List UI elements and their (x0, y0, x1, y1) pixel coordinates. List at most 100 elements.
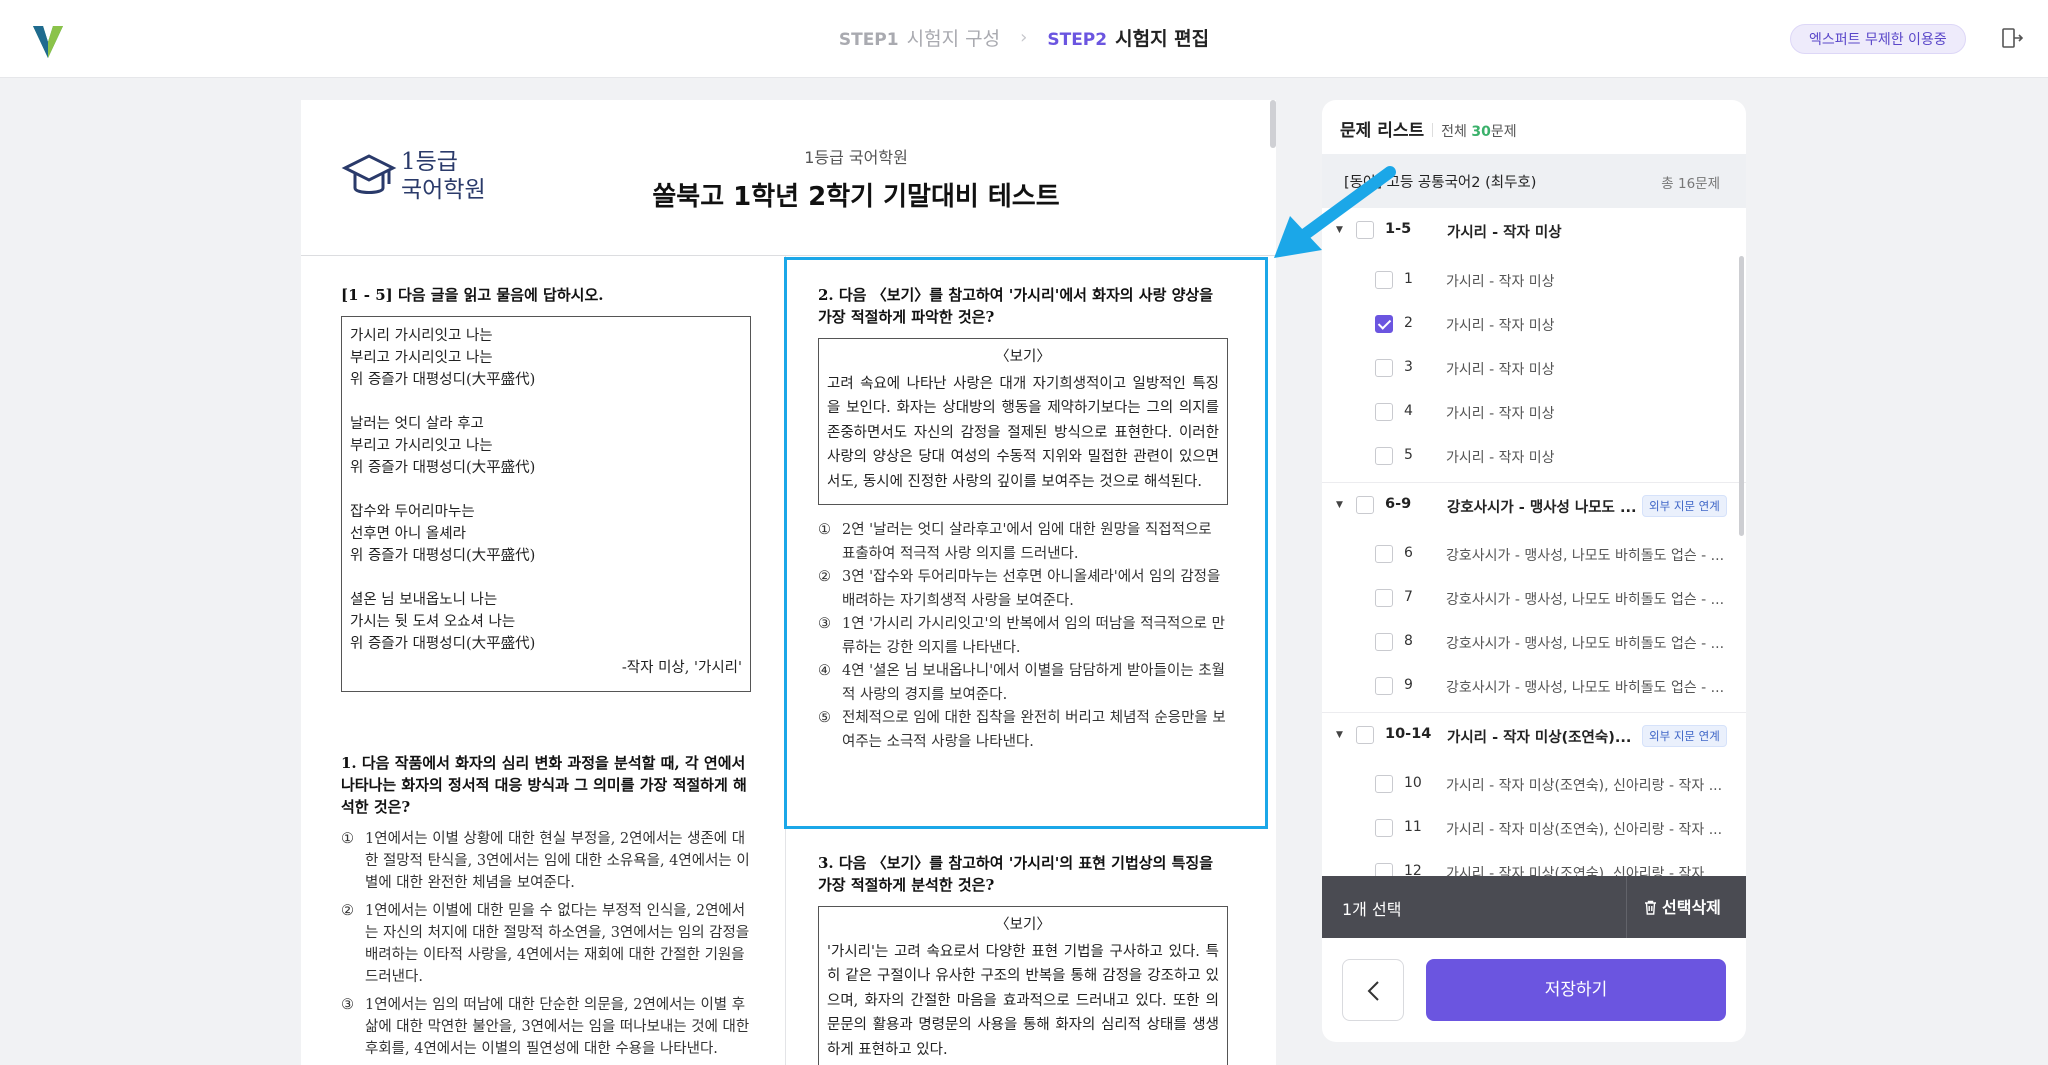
question-2[interactable]: 2. 다음 〈보기〉를 참고하여 '가시리'에서 화자의 사랑 양상을 가장 적… (818, 284, 1228, 754)
question-row[interactable]: 10 가시리 - 작자 미상(조연숙), 신아리랑 - 작자 ... (1322, 762, 1746, 806)
option-text: 2연 '날러는 엇디 살라후고'에서 임에 대한 원망을 직접적으로 표출하여 … (842, 522, 1212, 562)
question-checkbox[interactable] (1375, 863, 1393, 876)
question-row[interactable]: 2 가시리 - 작자 미상 (1322, 302, 1746, 346)
academy-name-line2: 국어학원 (401, 177, 486, 203)
group-title: 강호사시가 - 맹사성 나모도 ... (1447, 500, 1637, 516)
question-row[interactable]: 11 가시리 - 작자 미상(조연숙), 신아리랑 - 작자 ... (1322, 806, 1746, 850)
question-title: 강호사시가 - 맹사성, 나모도 바히돌도 업슨 - ... (1446, 592, 1725, 608)
poem-line: 날러는 엇디 살라 후고 (350, 416, 484, 432)
question-row[interactable]: 8 강호사시가 - 맹사성, 나모도 바히돌도 업슨 - ... (1322, 620, 1746, 664)
option-text: 1연에서는 임의 떠남에 대한 단순한 의문을, 2연에서는 이별 후 삶에 대… (365, 997, 750, 1057)
group-row[interactable]: ▼ 1-5 가시리 - 작자 미상 (1322, 208, 1746, 252)
list-scrollbar[interactable] (1739, 256, 1744, 536)
trash-icon (1645, 900, 1656, 915)
option-text: 3연 '잡수와 두어리마누는 선후면 아니올셰라'에서 임의 감정을 배려하는 … (842, 569, 1221, 609)
question-1[interactable]: 1. 다음 작품에서 화자의 심리 변화 과정을 분석할 때, 각 연에서 나타… (341, 752, 751, 1060)
external-passage-tag: 외부 지문 연계 (1642, 725, 1727, 747)
option-item: ① 1연에서는 이별 상황에 대한 현실 부정을, 2연에서는 생존에 대한 절망… (341, 828, 751, 894)
academy-name-line1: 1등급 (401, 149, 458, 175)
total-count: 전체 30문제 (1441, 124, 1516, 140)
question-number: 9 (1404, 677, 1413, 693)
book-header[interactable]: [동아] 고등 공통국어2 (최두호) 총 16문제 (1322, 154, 1746, 208)
question-row[interactable]: 12 가시리 - 작자 미상(조연숙), 신아리랑 - 작자 ... (1322, 850, 1746, 876)
question-number: 5 (1404, 447, 1413, 463)
question-row[interactable]: 1 가시리 - 작자 미상 (1322, 258, 1746, 302)
poem-line: 잡수와 두어리마누는 (350, 504, 475, 520)
question-3-stem: 3. 다음 〈보기〉를 참고하여 '가시리'의 표현 기법상의 특징을 가장 적… (818, 854, 1214, 894)
chevron-right-icon: › (1020, 27, 1028, 48)
question-2-stem: 2. 다음 〈보기〉를 참고하여 '가시리'에서 화자의 사랑 양상을 가장 적… (818, 286, 1214, 326)
question-checkbox[interactable] (1375, 447, 1393, 465)
group-checkbox[interactable] (1356, 221, 1374, 239)
option-number: ② (341, 903, 354, 919)
question-number: 1 (1404, 271, 1413, 287)
divider (1626, 876, 1627, 938)
poem-line: 위 증즐가 대평성디(大平盛代) (350, 548, 536, 564)
question-title: 강호사시가 - 맹사성, 나모도 바히돌도 업슨 - ... (1446, 548, 1725, 564)
group-range: 6-9 (1385, 496, 1412, 512)
option-number: ③ (818, 616, 831, 632)
option-text: 1연에서는 이별에 대한 믿을 수 없다는 부정적 인식을, 2연에서는 자신의… (365, 903, 750, 985)
question-title: 가시리 - 작자 미상(조연숙), 신아리랑 - 작자 ... (1446, 778, 1723, 794)
total-count-prefix: 전체 (1441, 124, 1472, 140)
question-row[interactable]: 3 가시리 - 작자 미상 (1322, 346, 1746, 390)
group-row[interactable]: ▼ 10-14 가시리 - 작자 미상(조연숙)... 외부 지문 연계 (1322, 712, 1746, 756)
caret-down-icon[interactable]: ▼ (1336, 730, 1343, 740)
poem-line: 선후면 아니 올셰라 (350, 526, 466, 542)
question-number: 11 (1404, 819, 1422, 835)
question-row[interactable]: 5 가시리 - 작자 미상 (1322, 434, 1746, 478)
question-checkbox[interactable] (1375, 403, 1393, 421)
poem-line: 셜온 님 보내옵노니 나는 (350, 592, 498, 608)
caret-down-icon[interactable]: ▼ (1336, 500, 1343, 510)
question-checkbox[interactable] (1375, 633, 1393, 651)
option-number: ① (341, 831, 354, 847)
group-checkbox[interactable] (1356, 726, 1374, 744)
passage-instruction: [1 - 5] 다음 글을 읽고 물음에 답하시오. (341, 286, 604, 304)
question-checkbox[interactable] (1375, 545, 1393, 563)
delete-selected-label: 선택삭제 (1662, 898, 1721, 917)
question-checkbox[interactable] (1375, 775, 1393, 793)
caret-down-icon[interactable]: ▼ (1336, 225, 1343, 235)
question-checkbox[interactable] (1375, 271, 1393, 289)
bogi-text: '가시리'는 고려 속요로서 다양한 표현 기법을 구사하고 있다. 특히 같은… (827, 943, 1219, 1058)
question-row[interactable]: 9 강호사시가 - 맹사성, 나모도 바히돌도 업슨 - ... (1322, 664, 1746, 708)
question-title: 가시리 - 작자 미상 (1446, 362, 1555, 378)
question-checkbox[interactable] (1375, 359, 1393, 377)
question-checkbox[interactable] (1375, 819, 1393, 837)
question-checkbox-checked[interactable] (1375, 315, 1393, 333)
option-item: ① 2연 '날러는 엇디 살라후고'에서 임에 대한 원망을 직접적으로 표출하여… (818, 519, 1228, 566)
book-name: [동아] 고등 공통국어2 (최두호) (1344, 175, 1537, 191)
panel-title: 문제 리스트 (1340, 121, 1425, 141)
option-number: ① (818, 522, 831, 538)
passage-credit: -작자 미상, '가시리' (621, 660, 742, 676)
question-title: 가시리 - 작자 미상(조연숙), 신아리랑 - 작자 ... (1446, 866, 1723, 876)
step2-current: STEP2 시험지 편집 (1047, 24, 1209, 51)
question-number: 8 (1404, 633, 1413, 649)
question-title: 강호사시가 - 맹사성, 나모도 바히돌도 업슨 - ... (1446, 680, 1725, 696)
question-3[interactable]: 3. 다음 〈보기〉를 참고하여 '가시리'의 표현 기법상의 특징을 가장 적… (818, 852, 1228, 1065)
option-item: ② 3연 '잡수와 두어리마누는 선후면 아니올셰라'에서 임의 감정을 배려하는… (818, 566, 1228, 613)
delete-selected-button[interactable]: 선택삭제 (1644, 894, 1721, 918)
bogi-box: 〈보기〉 고려 속요에 나타난 사랑은 대개 자기희생적이고 일방적인 특징을 … (818, 338, 1228, 505)
option-text: 전체적으로 임에 대한 집착을 완전히 버리고 체념적 순응만을 보여주는 소극… (842, 710, 1226, 750)
group-row[interactable]: ▼ 6-9 강호사시가 - 맹사성 나모도 ... 외부 지문 연계 (1322, 482, 1746, 526)
option-text: 4연 '셜온 님 보내옵나니'에서 이별을 담담하게 받아들이는 초월적 사랑의… (842, 663, 1225, 703)
book-total: 총 16문제 (1661, 176, 1720, 192)
logout-icon[interactable] (2000, 26, 2024, 50)
group-checkbox[interactable] (1356, 496, 1374, 514)
option-number: ② (818, 569, 831, 585)
question-row[interactable]: 6 강호사시가 - 맹사성, 나모도 바히돌도 업슨 - ... (1322, 532, 1746, 576)
passage-box[interactable]: 가시리 가시리잇고 나는 부리고 가시리잇고 나는 위 증즐가 대평성디(大平盛… (341, 316, 751, 692)
step1-link[interactable]: STEP1 시험지 구성 (839, 24, 1000, 51)
save-button[interactable]: 저장하기 (1426, 959, 1726, 1021)
question-checkbox[interactable] (1375, 677, 1393, 695)
question-row[interactable]: 7 강호사시가 - 맹사성, 나모도 바히돌도 업슨 - ... (1322, 576, 1746, 620)
group-title: 가시리 - 작자 미상 (1447, 225, 1562, 241)
back-button[interactable] (1342, 959, 1404, 1021)
step2-name: 시험지 편집 (1115, 28, 1210, 50)
question-row[interactable]: 4 가시리 - 작자 미상 (1322, 390, 1746, 434)
subscription-badge[interactable]: 엑스퍼트 무제한 이용중 (1790, 24, 1966, 54)
paper-scrollbar[interactable] (1270, 100, 1276, 148)
question-checkbox[interactable] (1375, 589, 1393, 607)
question-list[interactable]: ▼ 1-5 가시리 - 작자 미상 1 가시리 - 작자 미상 2 가시리 - 작자… (1322, 208, 1746, 876)
